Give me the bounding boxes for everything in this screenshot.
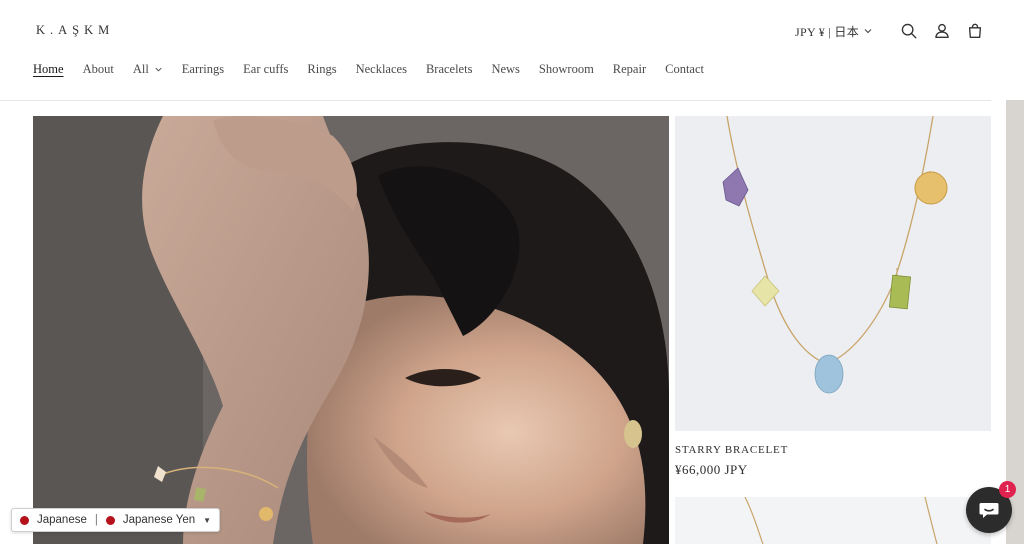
product-price: ¥66,000 JPY [675,462,748,477]
next-slide-peek [1006,100,1024,544]
nav-item-showroom[interactable]: Showroom [539,62,594,77]
main-nav: Home About All Earrings Ear cuffs Rings … [33,62,723,77]
chevron-down-icon [155,67,162,72]
nav-item-news[interactable]: News [491,62,519,77]
product-card[interactable]: STARRY BRACELET ¥66,000 JPY [675,116,991,478]
nav-item-necklaces[interactable]: Necklaces [356,62,407,77]
site-header: K.AŞKM JPY ¥ | 日本 Home About All Earring… [0,0,1024,101]
notification-badge: 1 [999,481,1016,498]
next-product-image [744,497,938,544]
nav-item-home[interactable]: Home [33,62,64,77]
account-icon[interactable] [931,20,953,42]
product-image[interactable] [675,116,991,431]
hero-portrait-illustration [33,116,669,544]
brand-logo[interactable]: K.AŞKM [36,23,114,38]
japan-flag-icon [20,515,29,525]
nav-item-rings[interactable]: Rings [307,62,336,77]
cart-icon[interactable] [964,20,986,42]
currency-label: JPY ¥ | 日本 [795,24,859,39]
nav-item-about[interactable]: About [83,62,114,77]
search-icon[interactable] [898,20,920,42]
language-label: Japanese [37,514,87,526]
locale-selector[interactable]: Japanese | Japanese Yen ▼ [11,508,221,532]
currency-name-label: Japanese Yen [122,514,196,526]
hero-image[interactable] [33,116,669,544]
separator: | [94,514,98,526]
nav-item-contact[interactable]: Contact [665,62,704,77]
necklace-illustration [675,116,991,431]
header-utilities: JPY ¥ | 日本 [795,18,986,44]
nav-item-all[interactable]: All [133,62,163,77]
chevron-down-icon [864,29,872,34]
nav-item-all-label: All [132,62,149,76]
product-card-next[interactable] [675,497,991,544]
nav-item-bracelets[interactable]: Bracelets [426,62,473,77]
nav-item-repair[interactable]: Repair [613,62,646,77]
japan-flag-icon [105,515,115,525]
chat-bubble-icon [979,503,999,518]
nav-item-earrings[interactable]: Earrings [182,62,224,77]
currency-selector[interactable]: JPY ¥ | 日本 [795,23,873,40]
nav-item-ear-cuffs[interactable]: Ear cuffs [243,62,288,77]
product-title[interactable]: STARRY BRACELET [675,444,991,456]
caret-down-icon: ▼ [203,515,212,525]
